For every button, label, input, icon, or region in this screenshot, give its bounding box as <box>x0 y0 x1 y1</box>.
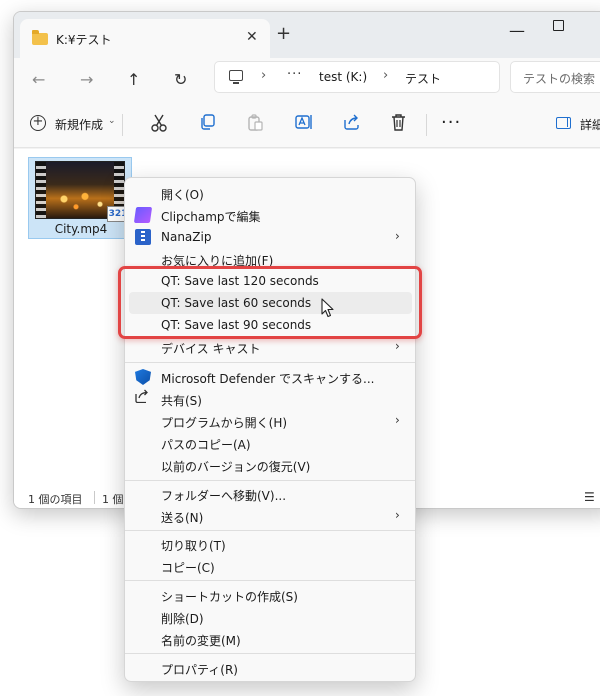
breadcrumb-drive[interactable]: test (K:) <box>319 70 367 84</box>
menu-item-label: デバイス キャスト <box>161 342 261 356</box>
chevron-right-icon: › <box>395 413 400 427</box>
status-divider <box>94 491 95 504</box>
close-icon[interactable]: ✕ <box>246 29 258 45</box>
menu-item-label: 切り取り(T) <box>161 539 226 553</box>
chevron-right-icon[interactable]: › <box>383 68 388 83</box>
chevron-right-icon: › <box>395 339 400 353</box>
menu-item-share[interactable]: 共有(S) <box>129 388 412 410</box>
menu-item-label: Clipchampで編集 <box>161 210 261 224</box>
selected-count: 1 個 <box>102 493 124 506</box>
menu-item-move-to-folder[interactable]: フォルダーへ移動(V)... <box>129 483 412 505</box>
highlight-annotation-box <box>118 266 422 339</box>
menu-separator <box>125 530 415 531</box>
chevron-right-icon: › <box>395 229 400 243</box>
menu-separator <box>125 480 415 481</box>
minimize-icon[interactable]: — <box>509 21 525 40</box>
details-pane-icon[interactable] <box>556 117 571 129</box>
up-arrow-icon[interactable]: ↑ <box>127 70 140 89</box>
menu-item-open-with[interactable]: プログラムから開く(H) › <box>129 410 412 432</box>
title-bar: K:¥テスト ✕ + — <box>14 12 600 58</box>
menu-item-label: 送る(N) <box>161 511 204 525</box>
share-icon[interactable] <box>343 114 360 134</box>
context-menu: 開く(O) Clipchampで編集 NanaZip › お気に入りに追加(F)… <box>124 177 416 682</box>
copy-icon[interactable] <box>199 114 215 134</box>
file-item-city-mp4[interactable]: 321 City.mp4 <box>28 157 132 239</box>
menu-item-open[interactable]: 開く(O) <box>129 182 412 204</box>
new-label: 新規作成 <box>55 118 104 132</box>
details-label[interactable]: 詳細 <box>580 116 600 133</box>
item-count: 1 個の項目 <box>28 493 83 506</box>
menu-item-label: コピー(C) <box>161 561 215 575</box>
mouse-cursor-icon <box>321 298 334 318</box>
more-options-icon[interactable]: ··· <box>441 112 461 133</box>
tab-title: K:¥テスト <box>56 33 112 47</box>
menu-item-device-cast[interactable]: デバイス キャスト › <box>129 336 412 358</box>
search-input[interactable]: テストの検索 <box>510 61 600 93</box>
menu-separator <box>125 653 415 654</box>
screenshot-stage: K:¥テスト ✕ + — ← → ↑ ↻ › ··· test (K:) › テ… <box>0 0 600 696</box>
menu-item-cut[interactable]: 切り取り(T) <box>129 533 412 555</box>
menu-item-defender-scan[interactable]: Microsoft Defender でスキャンする... <box>129 366 412 388</box>
menu-item-properties[interactable]: プロパティ(R) <box>129 657 412 679</box>
clipchamp-icon <box>133 207 153 223</box>
delete-icon[interactable] <box>391 114 406 135</box>
menu-separator <box>125 580 415 581</box>
menu-item-label: 削除(D) <box>161 612 204 626</box>
search-placeholder: テストの検索 <box>523 72 596 86</box>
toolbar-divider <box>122 114 123 136</box>
menu-item-label: 開く(O) <box>161 188 204 202</box>
rename-icon[interactable] <box>295 114 313 134</box>
paste-icon[interactable] <box>247 114 263 135</box>
menu-item-restore-versions[interactable]: 以前のバージョンの復元(V) <box>129 454 412 476</box>
menu-item-label: フォルダーへ移動(V)... <box>161 489 287 503</box>
menu-item-label: Microsoft Defender でスキャンする... <box>161 372 375 386</box>
command-bar: + 新規作成 ⌄ ··· 詳 <box>14 102 600 148</box>
thumbnail-city-lights <box>52 186 112 212</box>
chevron-down-icon: ⌄ <box>108 116 116 126</box>
menu-item-label: NanaZip <box>161 230 212 244</box>
tab-current-folder[interactable]: K:¥テスト ✕ <box>20 19 270 58</box>
back-arrow-icon[interactable]: ← <box>32 70 45 89</box>
defender-icon <box>135 369 151 385</box>
plus-icon[interactable]: + <box>276 25 291 43</box>
menu-item-nanazip[interactable]: NanaZip › <box>129 226 412 248</box>
breadcrumb-more[interactable]: ··· <box>287 67 302 82</box>
menu-item-label: 以前のバージョンの復元(V) <box>161 460 311 474</box>
maximize-icon[interactable] <box>553 20 564 31</box>
file-name: City.mp4 <box>54 222 108 236</box>
menu-item-copy-path[interactable]: パスのコピー(A) <box>129 432 412 454</box>
menu-item-copy[interactable]: コピー(C) <box>129 555 412 577</box>
menu-item-label: ショートカットの作成(S) <box>161 590 298 604</box>
menu-item-delete[interactable]: 削除(D) <box>129 606 412 628</box>
new-icon: + <box>30 115 46 131</box>
menu-separator <box>125 362 415 363</box>
menu-item-send-to[interactable]: 送る(N) › <box>129 505 412 527</box>
forward-arrow-icon[interactable]: → <box>80 70 93 89</box>
menu-item-create-shortcut[interactable]: ショートカットの作成(S) <box>129 584 412 606</box>
menu-item-label: パスのコピー(A) <box>161 438 251 452</box>
list-view-icon[interactable]: ☰ <box>584 490 595 504</box>
menu-item-label: プロパティ(R) <box>161 663 238 677</box>
refresh-icon[interactable]: ↻ <box>174 70 187 89</box>
menu-item-label: プログラムから開く(H) <box>161 416 288 430</box>
menu-item-label: 共有(S) <box>161 394 202 408</box>
folder-icon <box>32 30 48 45</box>
cut-icon[interactable] <box>151 114 167 136</box>
address-bar[interactable]: › ··· test (K:) › テスト <box>214 61 500 93</box>
menu-item-rename[interactable]: 名前の変更(M) <box>129 628 412 650</box>
breadcrumb-folder[interactable]: テスト <box>405 70 441 87</box>
chevron-right-icon: › <box>395 508 400 522</box>
pc-icon <box>229 70 243 84</box>
chevron-right-icon[interactable]: › <box>261 68 266 83</box>
menu-item-clipchamp[interactable]: Clipchampで編集 <box>129 204 412 226</box>
nanazip-icon <box>135 229 151 245</box>
navigation-bar: ← → ↑ ↻ › ··· test (K:) › テスト テストの検索 <box>14 58 600 102</box>
menu-item-label: 名前の変更(M) <box>161 634 241 648</box>
toolbar-divider <box>426 114 427 136</box>
share-icon <box>135 389 151 405</box>
